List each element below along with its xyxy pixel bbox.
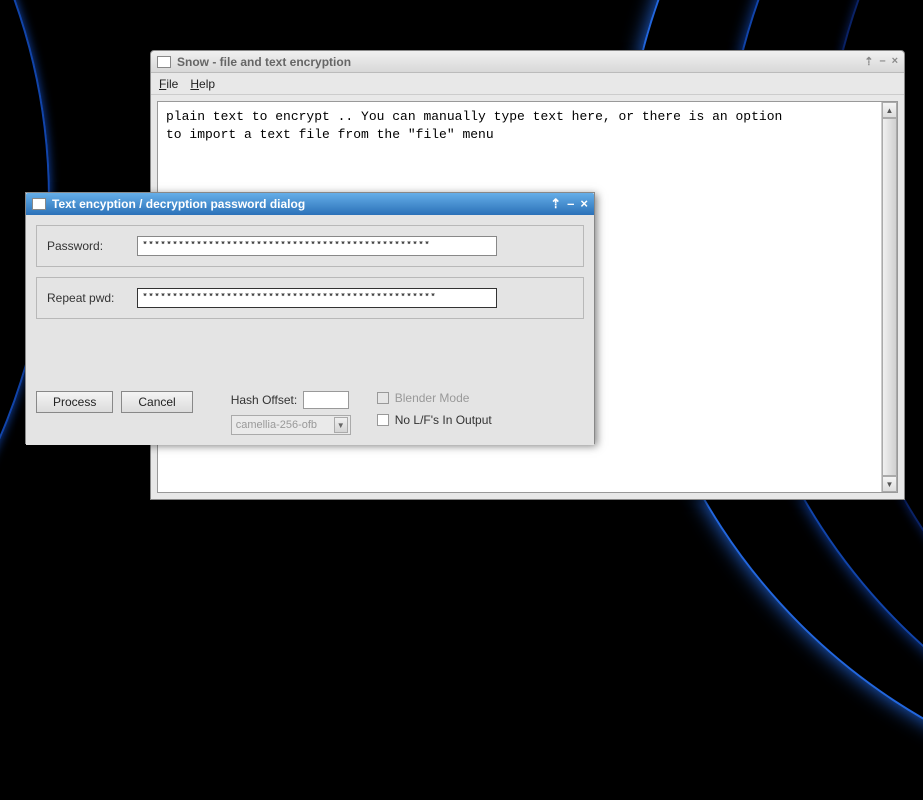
password-dialog: Text encyption / decryption password dia… [25,192,595,444]
blender-mode-row: Blender Mode [377,391,492,405]
options-column: Hash Offset: camellia-256-ofb ▼ [231,391,351,435]
menu-help[interactable]: Help [190,77,215,91]
blender-mode-checkbox[interactable] [377,392,389,404]
app-icon [157,56,171,68]
pin-icon[interactable]: ⇡ [550,196,561,212]
process-button[interactable]: Process [36,391,113,413]
blender-mode-label: Blender Mode [395,391,470,405]
main-titlebar[interactable]: Snow - file and text encryption ⇡ – × [151,51,904,73]
window-title: Snow - file and text encryption [177,55,864,69]
repeat-password-row: Repeat pwd: [36,277,584,319]
hash-offset-input[interactable] [303,391,349,409]
cipher-select[interactable]: camellia-256-ofb ▼ [231,415,351,435]
chevron-down-icon[interactable]: ▼ [334,417,348,433]
dialog-bottom-row: Process Cancel Hash Offset: camellia-256… [36,391,584,435]
password-row: Password: [36,225,584,267]
scrollbar[interactable]: ▲ ▼ [881,102,897,492]
minimize-icon[interactable]: – [567,196,574,212]
password-label: Password: [47,239,137,253]
close-icon[interactable]: × [892,55,898,68]
window-controls: ⇡ – × [864,55,898,68]
no-lfs-checkbox[interactable] [377,414,389,426]
pin-icon[interactable]: ⇡ [864,55,873,68]
scroll-up-icon[interactable]: ▲ [882,102,897,118]
repeat-password-input[interactable] [137,288,497,308]
password-input[interactable] [137,236,497,256]
dialog-title: Text encyption / decryption password dia… [52,197,550,211]
dialog-window-controls: ⇡ – × [550,196,588,212]
scroll-thumb[interactable] [882,118,897,476]
cancel-button[interactable]: Cancel [121,391,192,413]
checkbox-column: Blender Mode No L/F's In Output [377,391,492,427]
dialog-body: Password: Repeat pwd: Process Cancel Has… [26,215,594,445]
scroll-down-icon[interactable]: ▼ [882,476,897,492]
dialog-icon [32,198,46,210]
menubar: File Help [151,73,904,95]
minimize-icon[interactable]: – [879,55,885,68]
hash-offset-label: Hash Offset: [231,393,297,407]
repeat-password-label: Repeat pwd: [47,291,137,305]
scroll-track[interactable] [882,118,897,476]
hash-offset-row: Hash Offset: [231,391,351,409]
menu-file[interactable]: File [159,77,178,91]
no-lfs-row: No L/F's In Output [377,413,492,427]
no-lfs-label: No L/F's In Output [395,413,492,427]
close-icon[interactable]: × [580,196,588,212]
cipher-value: camellia-256-ofb [236,419,317,431]
dialog-titlebar[interactable]: Text encyption / decryption password dia… [26,193,594,215]
